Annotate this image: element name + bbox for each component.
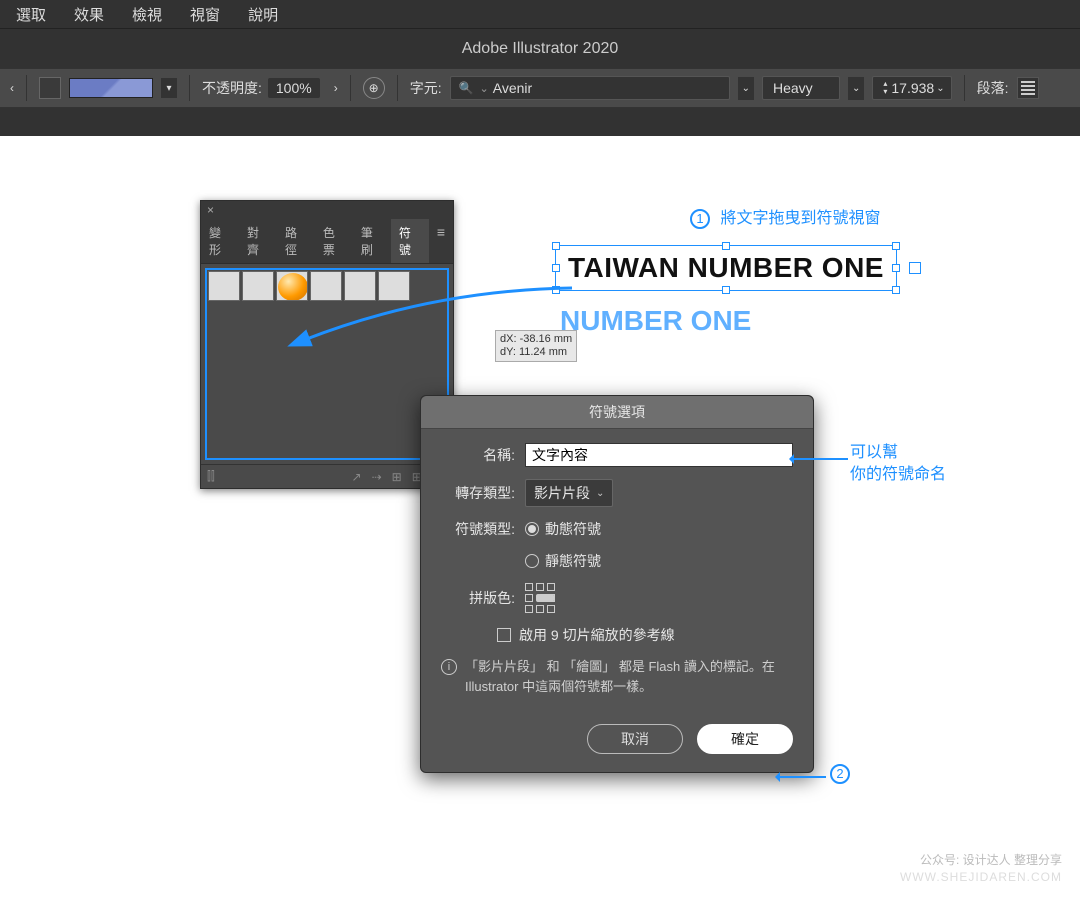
swatch-dropdown[interactable]: ▾ (161, 78, 177, 98)
font-family-value: Avenir (493, 80, 532, 96)
app-title-bar: Adobe Illustrator 2020 (0, 28, 1080, 68)
divider (964, 75, 965, 101)
app-title: Adobe Illustrator 2020 (462, 40, 619, 58)
checkbox-icon (497, 628, 511, 642)
font-family-input[interactable]: 🔍 ⌄ Avenir (450, 76, 730, 100)
drag-dy: dY: 11.24 mm (500, 346, 572, 359)
close-icon[interactable]: × (207, 203, 214, 217)
panel-footer: ⫿⫿ ↗ ⇢ ⊞ ⊞ 🗑 (201, 464, 453, 488)
tab-align[interactable]: 對齊 (239, 219, 277, 263)
stroke-color-swatch[interactable] (69, 78, 153, 98)
tab-transform[interactable]: 變形 (201, 219, 239, 263)
divider (26, 75, 27, 101)
menu-view[interactable]: 檢視 (132, 4, 162, 25)
text-object[interactable]: TAIWAN NUMBER ONE (555, 245, 897, 291)
tab-symbols[interactable]: 符號 (391, 219, 429, 263)
search-icon: 🔍 (459, 81, 474, 95)
annotation-step1: 1 將文字拖曳到符號視窗 (690, 204, 880, 229)
radio-icon (525, 554, 539, 568)
sub-toolbar-strip (0, 108, 1080, 136)
chevron-right-icon[interactable]: › (334, 81, 338, 95)
chevron-down-icon: ⌄ (596, 488, 604, 499)
chevron-down-icon: ⌄ (936, 83, 944, 94)
cancel-button[interactable]: 取消 (587, 724, 683, 754)
annotation-name-hint: 可以幫 你的符號命名 (850, 442, 946, 487)
drag-dx: dX: -38.16 mm (500, 333, 572, 346)
panel-tabs: 變形 對齊 路徑 色票 筆刷 符號 ≡ (201, 219, 453, 264)
symbol-thumb[interactable] (208, 271, 240, 301)
watermark-line2: WWW.SHEJIDAREN.COM (900, 869, 1062, 886)
tab-path[interactable]: 路徑 (277, 219, 315, 263)
tab-brushes[interactable]: 筆刷 (353, 219, 391, 263)
font-weight-value: Heavy (773, 80, 813, 96)
step-number-icon: 1 (690, 209, 710, 229)
text-content: TAIWAN NUMBER ONE (568, 252, 884, 284)
paragraph-align-icon[interactable] (1017, 77, 1039, 99)
character-label: 字元: (410, 78, 442, 98)
dialog-title: 符號選項 (421, 396, 813, 429)
radio-static-symbol[interactable]: 靜態符號 (525, 551, 601, 571)
symbol-options-icon[interactable]: ⊞ (392, 470, 402, 484)
annotation-step2: 2 (830, 762, 856, 784)
name-label: 名稱: (441, 445, 515, 465)
step-number-icon: 2 (830, 764, 850, 784)
menu-window[interactable]: 視窗 (190, 4, 220, 25)
paragraph-label: 段落: (977, 78, 1009, 98)
opacity-control: 不透明度: 100% › (202, 78, 338, 98)
tab-swatches[interactable]: 色票 (315, 219, 353, 263)
library-icon[interactable]: ⫿⫿ (207, 469, 215, 484)
fill-color-swatch[interactable] (39, 77, 61, 99)
radio-icon (525, 522, 539, 536)
export-type-select[interactable]: 影片片段 ⌄ (525, 479, 613, 507)
panel-titlebar[interactable]: × (201, 201, 453, 219)
symbol-type-label: 符號類型: (441, 519, 515, 539)
menu-help[interactable]: 說明 (248, 4, 278, 25)
selection-bounding-box: TAIWAN NUMBER ONE (555, 245, 897, 291)
menu-select[interactable]: 選取 (16, 4, 46, 25)
watermark: 公众号: 设计达人 整理分享 WWW.SHEJIDAREN.COM (900, 852, 1062, 886)
out-port-handle[interactable] (909, 262, 921, 274)
panel-menu-icon[interactable]: ≡ (429, 219, 453, 263)
annotation-arrow (790, 458, 848, 460)
opacity-value[interactable]: 100% (268, 78, 320, 98)
annotation-arrow (776, 776, 826, 778)
export-type-value: 影片片段 (534, 483, 590, 503)
drag-delta-tooltip: dX: -38.16 mm dY: 11.24 mm (495, 330, 577, 362)
chevron-left-icon[interactable]: ‹ (10, 81, 14, 95)
export-type-label: 轉存類型: (441, 483, 515, 503)
divider (189, 75, 190, 101)
divider (397, 75, 398, 101)
info-text: 「影片片段」 和 「繪圖」 都是 Flash 讀入的標記。在 Illustrat… (465, 657, 793, 696)
globe-icon[interactable]: ⊕ (363, 77, 385, 99)
size-stepper[interactable]: ▴▾ (883, 80, 887, 96)
nine-slice-checkbox[interactable]: 啟用 9 切片縮放的參考線 (497, 625, 675, 645)
chevron-down-icon[interactable]: ⌄ (848, 77, 864, 100)
registration-label: 拼版色: (441, 588, 515, 608)
annotation-text: 將文字拖曳到符號視窗 (720, 210, 880, 227)
font-size-input[interactable]: ▴▾ 17.938 ⌄ (872, 76, 951, 100)
font-weight-select[interactable]: Heavy (762, 76, 840, 100)
chevron-down-icon[interactable]: ⌄ (738, 77, 754, 100)
menu-effect[interactable]: 效果 (74, 4, 104, 25)
divider (350, 75, 351, 101)
control-bar: ‹ ▾ 不透明度: 100% › ⊕ 字元: 🔍 ⌄ Avenir ⌄ Heav… (0, 68, 1080, 108)
symbol-name-input[interactable] (525, 443, 793, 467)
symbol-options-dialog: 符號選項 名稱: 轉存類型: 影片片段 ⌄ 符號類型: 動態符號 靜態符號 (420, 395, 814, 773)
symbol-thumb[interactable] (242, 271, 274, 301)
info-note: i 「影片片段」 和 「繪圖」 都是 Flash 讀入的標記。在 Illustr… (441, 657, 793, 696)
radio-dynamic-symbol[interactable]: 動態符號 (525, 519, 601, 539)
chevron-down-icon: ⌄ (480, 82, 489, 95)
break-link-icon[interactable]: ⇢ (372, 470, 382, 484)
watermark-line1: 公众号: 设计达人 整理分享 (900, 852, 1062, 869)
info-icon: i (441, 659, 457, 675)
opacity-label: 不透明度: (202, 78, 262, 98)
place-symbol-icon[interactable]: ↗ (352, 470, 362, 484)
font-size-value: 17.938 (891, 80, 934, 96)
ok-button[interactable]: 確定 (697, 724, 793, 754)
menu-bar: 選取 效果 檢視 視窗 說明 (0, 0, 1080, 28)
registration-point-picker[interactable] (525, 583, 555, 613)
